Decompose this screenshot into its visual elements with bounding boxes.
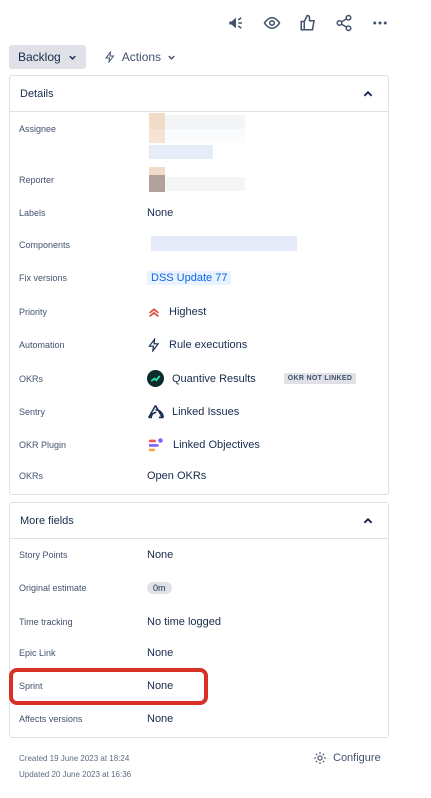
automation-row: Automation Rule executions	[9, 338, 431, 352]
time-tracking-row: Time tracking No time logged	[9, 616, 431, 628]
automation-label: Automation	[19, 340, 65, 350]
okr-plugin-row: OKR Plugin Linked Objectives	[9, 436, 431, 454]
sprint-highlight-annotation	[9, 668, 208, 705]
chevron-up-icon[interactable]	[362, 88, 374, 100]
sentry-row: Sentry Linked Issues	[9, 403, 431, 420]
okr-status-badge: OKR NOT LINKED	[283, 373, 357, 384]
more-fields-header[interactable]: More fields	[10, 503, 388, 539]
open-okrs-link[interactable]: Open OKRs	[147, 470, 206, 482]
gear-icon	[314, 752, 326, 764]
okr-plugin-label: OKR Plugin	[19, 440, 67, 450]
time-tracking-value[interactable]: No time logged	[147, 616, 221, 628]
details-title: Details	[20, 87, 54, 100]
fix-version-lozenge[interactable]: DSS Update 77	[147, 271, 232, 285]
actions-dropdown[interactable]: Actions	[98, 45, 182, 69]
affects-versions-value[interactable]: None	[147, 713, 173, 725]
issue-action-bar	[225, 12, 391, 34]
okr-plugin-value[interactable]: Linked Objectives	[147, 436, 260, 454]
sentry-value[interactable]: Linked Issues	[147, 403, 239, 420]
share-icon[interactable]	[333, 12, 355, 34]
fix-versions-label: Fix versions	[19, 273, 68, 283]
okrs2-row: OKRs Open OKRs	[9, 470, 431, 482]
epic-link-label: Epic Link	[19, 648, 56, 658]
assignee-label: Assignee	[19, 124, 57, 134]
chevron-up-icon[interactable]	[362, 515, 374, 527]
components-label: Components	[19, 240, 71, 250]
fix-versions-row: Fix versions DSS Update 77	[9, 271, 431, 285]
lightning-icon	[148, 338, 160, 352]
original-estimate-chip[interactable]: 0m	[147, 582, 172, 594]
reporter-label: Reporter	[19, 175, 55, 185]
sentry-logo-icon	[148, 405, 164, 419]
status-dropdown[interactable]: Backlog	[9, 45, 86, 69]
story-points-value[interactable]: None	[147, 549, 173, 561]
priority-value[interactable]: Highest	[147, 305, 206, 319]
original-estimate-row: Original estimate 0m	[9, 582, 431, 594]
story-points-row: Story Points None	[9, 549, 431, 561]
lightning-icon	[104, 51, 115, 63]
automation-text: Rule executions	[169, 339, 248, 351]
labels-label: Labels	[19, 208, 46, 218]
okrs-text: Quantive Results	[172, 372, 256, 385]
okrs-label: OKRs	[19, 373, 44, 384]
priority-highest-icon	[149, 308, 159, 318]
affects-versions-label: Affects versions	[19, 714, 83, 724]
affects-versions-row: Affects versions None	[9, 713, 431, 725]
status-row: Backlog Actions	[9, 45, 182, 69]
chevron-down-icon	[168, 55, 175, 60]
okr-plugin-logo-icon	[148, 438, 163, 452]
configure-button[interactable]: Configure	[313, 751, 381, 765]
labels-value[interactable]: None	[147, 207, 173, 219]
thumbs-up-icon[interactable]	[297, 12, 319, 34]
chevron-down-icon	[68, 55, 76, 60]
time-tracking-label: Time tracking	[19, 617, 73, 627]
more-fields-title: More fields	[20, 514, 74, 527]
okrs-value[interactable]: Quantive Results	[147, 370, 256, 387]
epic-link-row: Epic Link None	[9, 647, 431, 659]
priority-text: Highest	[169, 306, 207, 318]
automation-value[interactable]: Rule executions	[147, 338, 247, 352]
actions-label: Actions	[121, 50, 162, 64]
story-points-label: Story Points	[19, 550, 68, 560]
labels-row: Labels None	[9, 207, 431, 219]
details-panel-header[interactable]: Details	[10, 76, 388, 112]
created-timestamp: Created 19 June 2023 at 18:24	[19, 754, 130, 763]
okrs-row: OKRs Quantive Results OKR NOT LINKED	[9, 370, 431, 387]
sentry-text: Linked Issues	[172, 405, 240, 418]
okrs2-label: OKRs	[19, 471, 44, 481]
priority-row: Priority Highest	[9, 305, 431, 319]
more-icon[interactable]	[369, 12, 391, 34]
original-estimate-label: Original estimate	[19, 583, 87, 593]
quantive-logo-icon	[147, 370, 164, 387]
megaphone-icon[interactable]	[225, 12, 247, 34]
configure-label: Configure	[333, 752, 381, 764]
updated-timestamp: Updated 20 June 2023 at 16:36	[19, 770, 132, 779]
status-label: Backlog	[18, 50, 61, 64]
okr-plugin-text: Linked Objectives	[173, 439, 260, 451]
epic-link-value[interactable]: None	[147, 647, 173, 659]
sentry-label: Sentry	[19, 406, 46, 417]
eye-icon[interactable]	[261, 12, 283, 34]
priority-label: Priority	[19, 307, 48, 317]
